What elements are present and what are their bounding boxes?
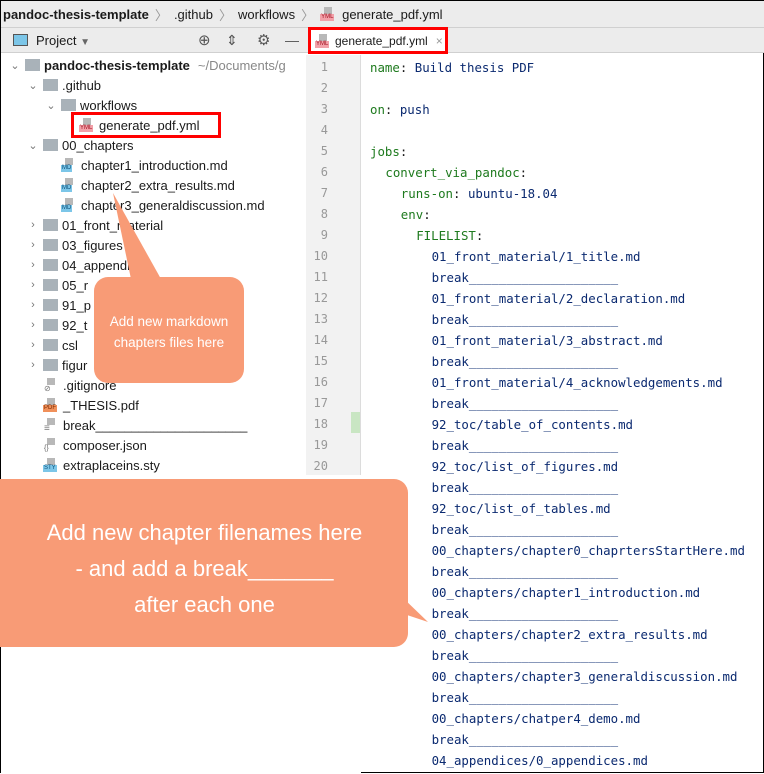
callout-text: Add new chapter filenames here [46,520,363,545]
callout-text: chapters files here [113,335,225,350]
callout-text: after each one [134,592,275,617]
callout-tails [113,193,428,622]
callout-text: - and add a break_______ [75,556,334,581]
callout-text: Add new markdown [109,314,229,329]
callout-markdown: Add new markdown chapters files here [94,277,244,383]
callout-filenames: Add new chapter filenames here - and add… [0,479,408,647]
